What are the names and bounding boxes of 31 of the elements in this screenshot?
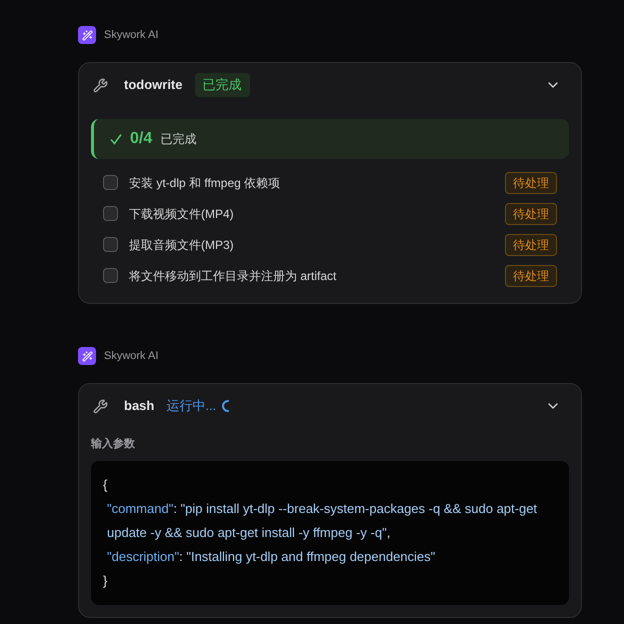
code-line: {: [103, 476, 108, 494]
check-icon: [110, 133, 122, 145]
status-text: 运行中...: [166, 397, 216, 416]
wrench-icon: [93, 78, 108, 92]
status-badge: 待处理: [505, 234, 557, 256]
task-label: 安装 yt-dlp 和 ffmpeg 依赖项: [129, 174, 282, 192]
task-label: 下载视频文件(MP4): [129, 206, 235, 222]
spinner-icon: [220, 400, 230, 412]
progress-label: 已完成: [160, 131, 196, 148]
input-params-label: 输入参数: [91, 436, 136, 452]
sender-name: Skywork AI: [104, 348, 158, 364]
code-line: "command": "pip install yt-dlp --break-system-packages -q && sudo apt-get update -y && sudo apt-get install -y ffmpeg -y -q",: [106, 500, 538, 542]
progress-count: 0/4: [130, 129, 152, 149]
code-line: }: [103, 572, 108, 590]
status-badge: 待处理: [505, 172, 557, 194]
status-badge: 待处理: [505, 264, 557, 286]
code-line: "description": "Installing yt-dlp and ffmpeg dependencies": [106, 548, 436, 566]
task-checkbox[interactable]: [103, 268, 118, 283]
status-badge: 待处理: [505, 202, 557, 224]
tool-name: bash: [124, 397, 154, 416]
task-checkbox[interactable]: [103, 175, 118, 190]
task-label: 提取音频文件(MP3): [129, 236, 235, 254]
app-logo-icon: [78, 26, 96, 44]
wrench-icon: [93, 398, 108, 414]
task-label: 将文件移动到工作目录并注册为 artifact: [129, 268, 338, 284]
status-badge: 已完成: [194, 73, 250, 97]
task-checkbox[interactable]: [103, 206, 118, 221]
sender-name: Skywork AI: [104, 28, 158, 43]
app-logo-icon: [78, 347, 96, 365]
task-checkbox[interactable]: [103, 237, 118, 252]
tool-name: todowrite: [124, 76, 182, 94]
